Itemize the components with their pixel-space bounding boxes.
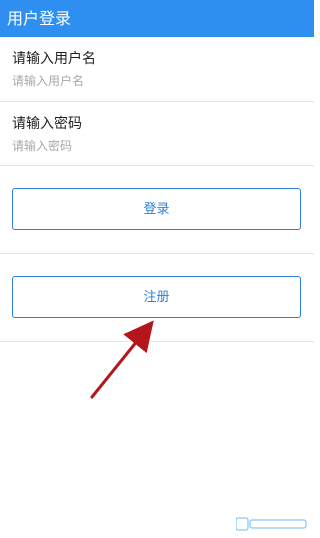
register-section: 注册	[0, 254, 314, 342]
register-button[interactable]: 注册	[12, 276, 301, 318]
password-input[interactable]	[12, 136, 292, 156]
watermark-logo	[236, 517, 307, 531]
app-root: 用户登录 请输入用户名 请输入密码 登录 注册	[0, 0, 314, 538]
login-button[interactable]: 登录	[12, 188, 301, 230]
username-input[interactable]	[12, 71, 292, 91]
password-section: 请输入密码	[0, 102, 314, 166]
login-section: 登录	[0, 166, 314, 254]
username-section: 请输入用户名	[0, 37, 314, 102]
password-label: 请输入密码	[12, 116, 82, 132]
page-title: 用户登录	[0, 0, 314, 37]
username-label: 请输入用户名	[12, 51, 96, 67]
